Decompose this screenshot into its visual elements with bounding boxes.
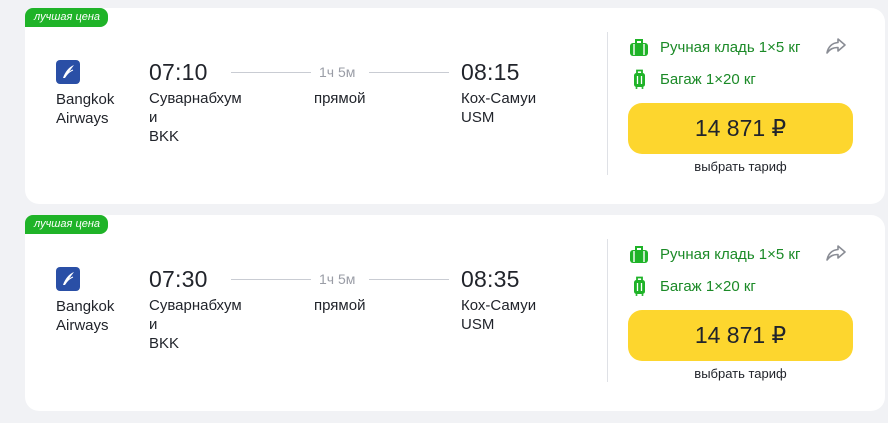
airline-name: Bangkok Airways xyxy=(56,90,114,128)
arrival-airport: Кох-Самуи USM xyxy=(461,296,601,334)
price-button[interactable]: 14 871 ₽ xyxy=(628,103,853,154)
route-line-right xyxy=(369,279,449,280)
best-price-badge: лучшая цена xyxy=(25,215,109,234)
departure-code: BKK xyxy=(149,128,180,145)
select-tariff-link[interactable]: выбрать тариф xyxy=(628,366,853,382)
departure-airport-line2: и xyxy=(149,316,158,333)
airline-name: Bangkok Airways xyxy=(56,297,114,335)
departure-airport-line2: и xyxy=(149,109,158,126)
arrival-airport: Кох-Самуи USM xyxy=(461,89,601,127)
flight-duration: 1ч 5м xyxy=(319,271,356,287)
flight-card[interactable]: лучшая цена Bangkok Airways 07:10 Суварн… xyxy=(25,8,885,204)
share-arrow-icon[interactable] xyxy=(824,34,848,58)
route-line-left xyxy=(231,72,311,73)
arrival-code: USM xyxy=(461,109,495,126)
arrival-code: USM xyxy=(461,316,495,333)
flight-duration: 1ч 5м xyxy=(319,64,356,80)
hand-luggage-label: Ручная кладь 1×5 кг xyxy=(660,245,801,263)
route-line-right xyxy=(369,72,449,73)
airline-name-line2: Airways xyxy=(56,317,109,334)
baggage-info: Багаж 1×20 кг xyxy=(628,69,756,89)
select-tariff-link[interactable]: выбрать тариф xyxy=(628,159,853,175)
departure-airport: Суварнабхум и BKK xyxy=(149,89,269,146)
departure-code: BKK xyxy=(149,335,180,352)
best-price-badge: лучшая цена xyxy=(25,8,109,27)
stops-label: прямой xyxy=(314,90,366,107)
departure-time: 07:10 xyxy=(149,59,208,85)
suitcase-icon xyxy=(628,37,650,57)
baggage-label: Багаж 1×20 кг xyxy=(660,70,756,88)
card-divider xyxy=(607,239,608,382)
airline-logo-icon xyxy=(56,60,80,84)
card-divider xyxy=(607,32,608,175)
departure-airport-line1: Суварнабхум xyxy=(149,90,242,107)
stops-label: прямой xyxy=(314,297,366,314)
route-line-left xyxy=(231,279,311,280)
departure-airport: Суварнабхум и BKK xyxy=(149,296,269,353)
baggage-info: Багаж 1×20 кг xyxy=(628,276,756,296)
arrival-airport-name: Кох-Самуи xyxy=(461,90,537,107)
arrival-airport-name: Кох-Самуи xyxy=(461,297,537,314)
price-button[interactable]: 14 871 ₽ xyxy=(628,310,853,361)
departure-time: 07:30 xyxy=(149,266,208,292)
share-arrow-icon[interactable] xyxy=(824,241,848,265)
baggage-label: Багаж 1×20 кг xyxy=(660,277,756,295)
flight-card[interactable]: лучшая цена Bangkok Airways 07:30 Суварн… xyxy=(25,215,885,411)
airline-name-line1: Bangkok xyxy=(56,298,115,315)
departure-airport-line1: Суварнабхум xyxy=(149,297,242,314)
luggage-icon xyxy=(628,69,650,89)
hand-luggage-label: Ручная кладь 1×5 кг xyxy=(660,38,801,56)
airline-name-line1: Bangkok xyxy=(56,91,115,108)
hand-luggage-info: Ручная кладь 1×5 кг xyxy=(628,244,800,264)
luggage-icon xyxy=(628,276,650,296)
hand-luggage-info: Ручная кладь 1×5 кг xyxy=(628,37,800,57)
arrival-time: 08:35 xyxy=(461,266,520,292)
arrival-time: 08:15 xyxy=(461,59,520,85)
airline-logo-icon xyxy=(56,267,80,291)
airline-name-line2: Airways xyxy=(56,110,109,127)
suitcase-icon xyxy=(628,244,650,264)
